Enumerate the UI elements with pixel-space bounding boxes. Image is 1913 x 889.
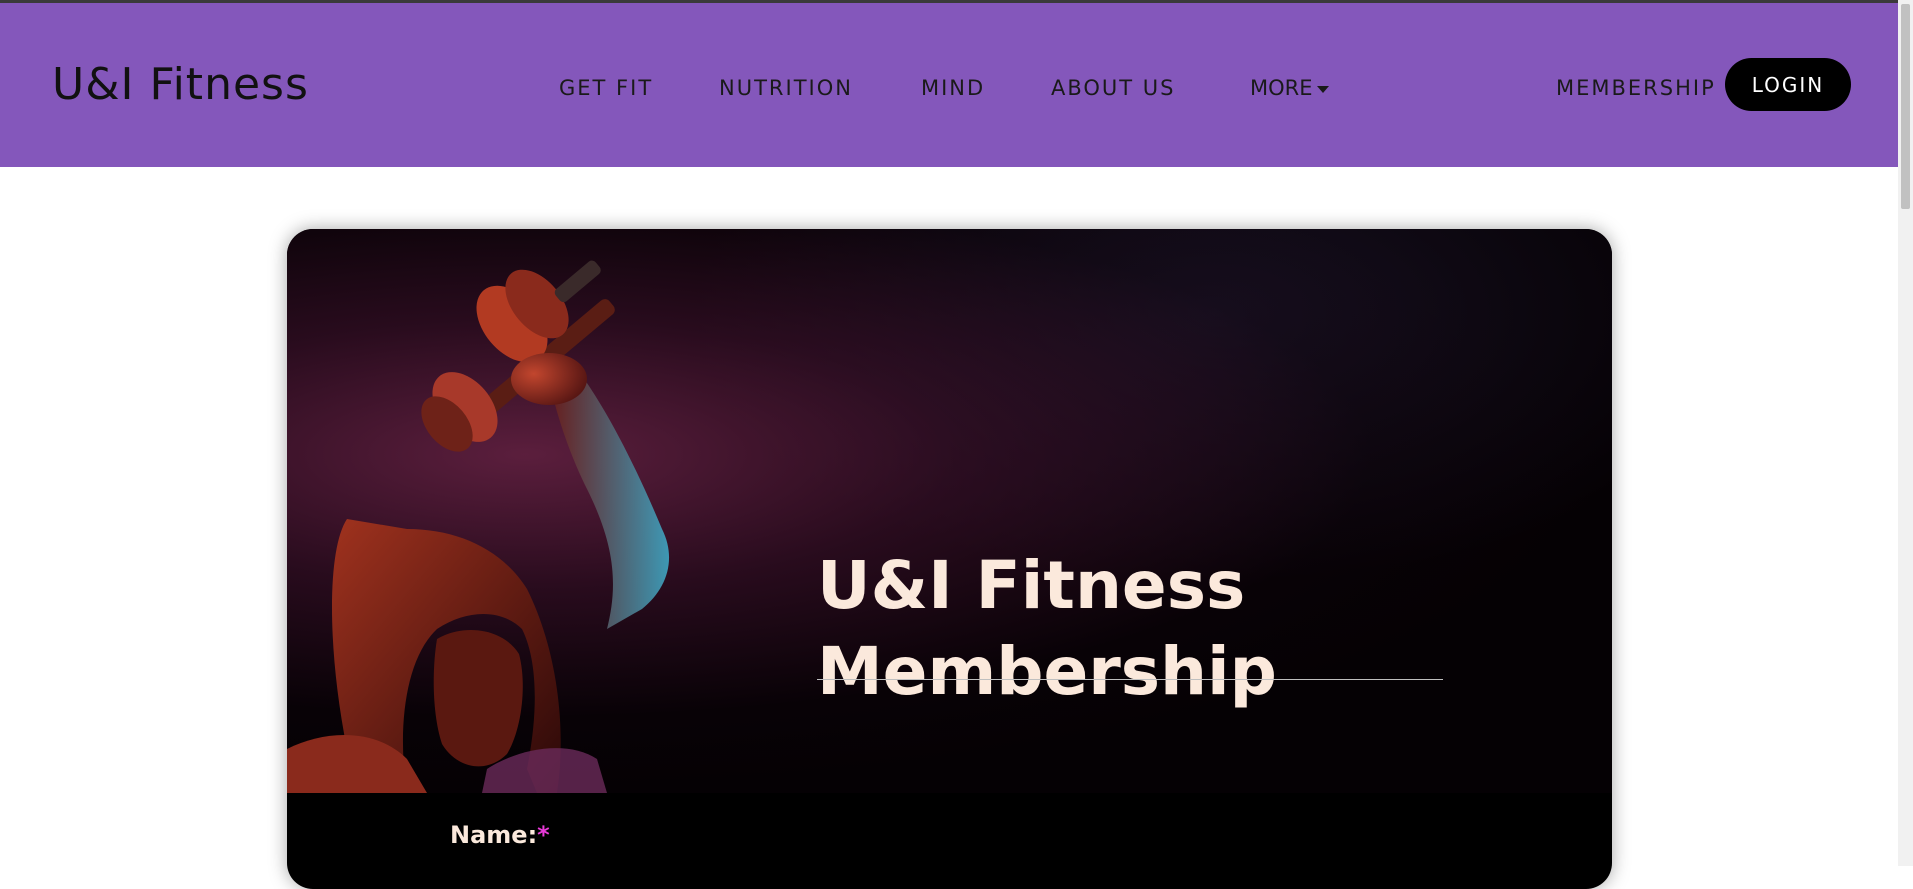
nav-more-label: MORE <box>1250 76 1313 100</box>
hero-banner: U&I Fitness Membership <box>287 229 1612 793</box>
caret-down-icon <box>1316 85 1329 93</box>
nav-dropdown-more[interactable]: MORE <box>1250 73 1329 103</box>
nav-link-about-us[interactable]: ABOUT US <box>1051 73 1176 103</box>
page-scrollbar[interactable] <box>1898 0 1913 866</box>
site-navbar: U&I Fitness GET FIT NUTRITION MIND ABOUT… <box>0 3 1898 167</box>
hero-title-line-1: U&I Fitness <box>817 547 1246 625</box>
nav-link-membership[interactable]: MEMBERSHIP <box>1556 73 1716 103</box>
name-label-text: Name: <box>450 821 538 849</box>
hero-title-line-2: Membership <box>817 633 1277 711</box>
hero-title: U&I Fitness Membership <box>817 543 1437 715</box>
login-button[interactable]: LOGIN <box>1725 58 1851 111</box>
nav-link-get-fit[interactable]: GET FIT <box>559 73 653 103</box>
name-field-label: Name:* <box>450 821 550 849</box>
scrollbar-thumb[interactable] <box>1901 4 1910 209</box>
required-marker: * <box>537 821 550 849</box>
hero-divider <box>817 679 1443 680</box>
site-brand-logo[interactable]: U&I Fitness <box>52 59 309 111</box>
nav-link-nutrition[interactable]: NUTRITION <box>719 73 853 103</box>
membership-card: U&I Fitness Membership Name:* <box>287 229 1612 889</box>
nav-link-mind[interactable]: MIND <box>921 73 985 103</box>
woman-with-dumbbell-image <box>287 260 670 793</box>
